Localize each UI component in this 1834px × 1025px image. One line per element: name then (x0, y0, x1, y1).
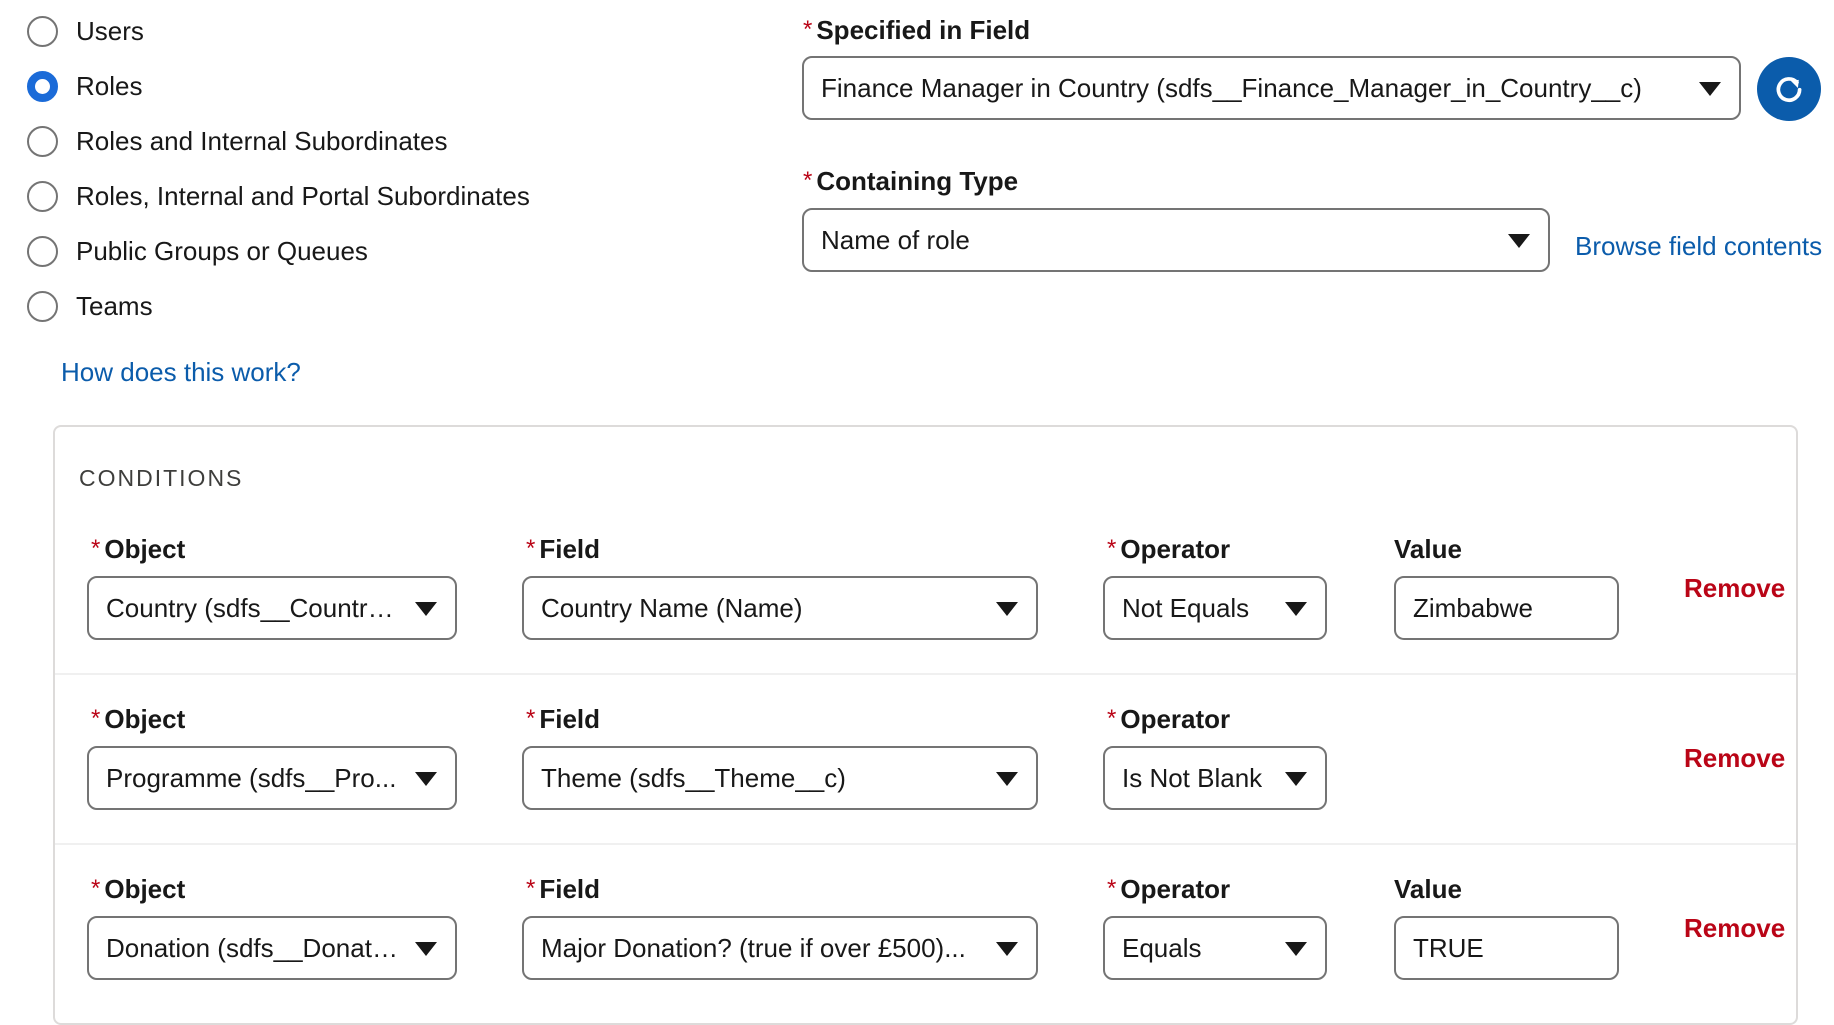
radio-label: Users (76, 15, 144, 46)
how-does-this-work-link[interactable]: How does this work? (61, 357, 301, 388)
containing-type-select[interactable]: Name of role (802, 208, 1550, 272)
row-divider (55, 673, 1796, 675)
radio-option-roles-internal-and-portal-subordinates[interactable]: Roles, Internal and Portal Subordinates (27, 179, 530, 213)
remove-condition-link[interactable]: Remove (1684, 913, 1785, 944)
radio-label: Teams (76, 290, 153, 321)
field-label: * Field (526, 704, 601, 734)
radio-label: Public Groups or Queues (76, 235, 368, 266)
operator-label: * Operator (1107, 534, 1231, 564)
chevron-down-icon (415, 602, 437, 616)
radio-button[interactable] (27, 180, 58, 212)
field-label: * Field (526, 874, 601, 904)
operator-label: * Operator (1107, 704, 1231, 734)
remove-condition-link[interactable]: Remove (1684, 573, 1785, 604)
field-select[interactable]: Major Donation? (true if over £500)... (522, 916, 1038, 980)
specified-in-field-label: * Specified in Field (803, 15, 1031, 45)
chevron-down-icon (1285, 602, 1307, 616)
value-label: Value (1394, 874, 1462, 904)
field-select[interactable]: Theme (sdfs__Theme__c) (522, 746, 1038, 810)
chevron-down-icon (996, 942, 1018, 956)
radio-button[interactable] (27, 125, 58, 157)
chevron-down-icon (1285, 772, 1307, 786)
operator-label: * Operator (1107, 874, 1231, 904)
containing-type-label: * Containing Type (803, 166, 1019, 196)
operator-select[interactable]: Is Not Blank (1103, 746, 1327, 810)
radio-label: Roles and Internal Subordinates (76, 125, 448, 156)
chevron-down-icon (1508, 234, 1530, 248)
chevron-down-icon (1285, 942, 1307, 956)
refresh-icon (1776, 77, 1802, 103)
chevron-down-icon (996, 772, 1018, 786)
object-label: * Object (91, 704, 186, 734)
object-select[interactable]: Programme (sdfs__Pro... (87, 746, 457, 810)
specified-in-field-select[interactable]: Finance Manager in Country (sdfs__Financ… (802, 56, 1741, 120)
object-label: * Object (91, 874, 186, 904)
radio-option-public-groups-or-queues[interactable]: Public Groups or Queues (27, 234, 368, 268)
radio-option-teams[interactable]: Teams (27, 289, 153, 323)
radio-button[interactable] (27, 15, 58, 47)
radio-label: Roles (76, 70, 143, 101)
select-value: Finance Manager in Country (sdfs__Financ… (821, 72, 1642, 103)
radio-button-selected[interactable] (27, 70, 58, 102)
remove-condition-link[interactable]: Remove (1684, 743, 1785, 774)
value-input[interactable]: Zimbabwe (1394, 576, 1619, 640)
browse-field-contents-link[interactable]: Browse field contents (1575, 231, 1822, 262)
refresh-button[interactable] (1757, 57, 1821, 121)
select-value: Name of role (821, 224, 970, 255)
radio-option-roles-and-internal-subordinates[interactable]: Roles and Internal Subordinates (27, 124, 447, 158)
radio-option-users[interactable]: Users (27, 14, 144, 48)
required-marker: * (803, 167, 813, 194)
object-select[interactable]: Donation (sdfs__Donati... (87, 916, 457, 980)
chevron-down-icon (1699, 82, 1721, 96)
radio-button[interactable] (27, 235, 58, 267)
field-select[interactable]: Country Name (Name) (522, 576, 1038, 640)
chevron-down-icon (415, 942, 437, 956)
value-input[interactable]: TRUE (1394, 916, 1619, 980)
value-label: Value (1394, 534, 1462, 564)
field-label: * Field (526, 534, 601, 564)
required-marker: * (803, 16, 813, 43)
conditions-heading: CONDITIONS (79, 465, 244, 491)
operator-select[interactable]: Not Equals (1103, 576, 1327, 640)
radio-option-roles[interactable]: Roles (27, 69, 142, 103)
radio-button[interactable] (27, 290, 58, 322)
object-label: * Object (91, 534, 186, 564)
radio-label: Roles, Internal and Portal Subordinates (76, 180, 530, 211)
row-divider (55, 843, 1796, 845)
chevron-down-icon (415, 772, 437, 786)
object-select[interactable]: Country (sdfs__Country... (87, 576, 457, 640)
chevron-down-icon (996, 602, 1018, 616)
operator-select[interactable]: Equals (1103, 916, 1327, 980)
